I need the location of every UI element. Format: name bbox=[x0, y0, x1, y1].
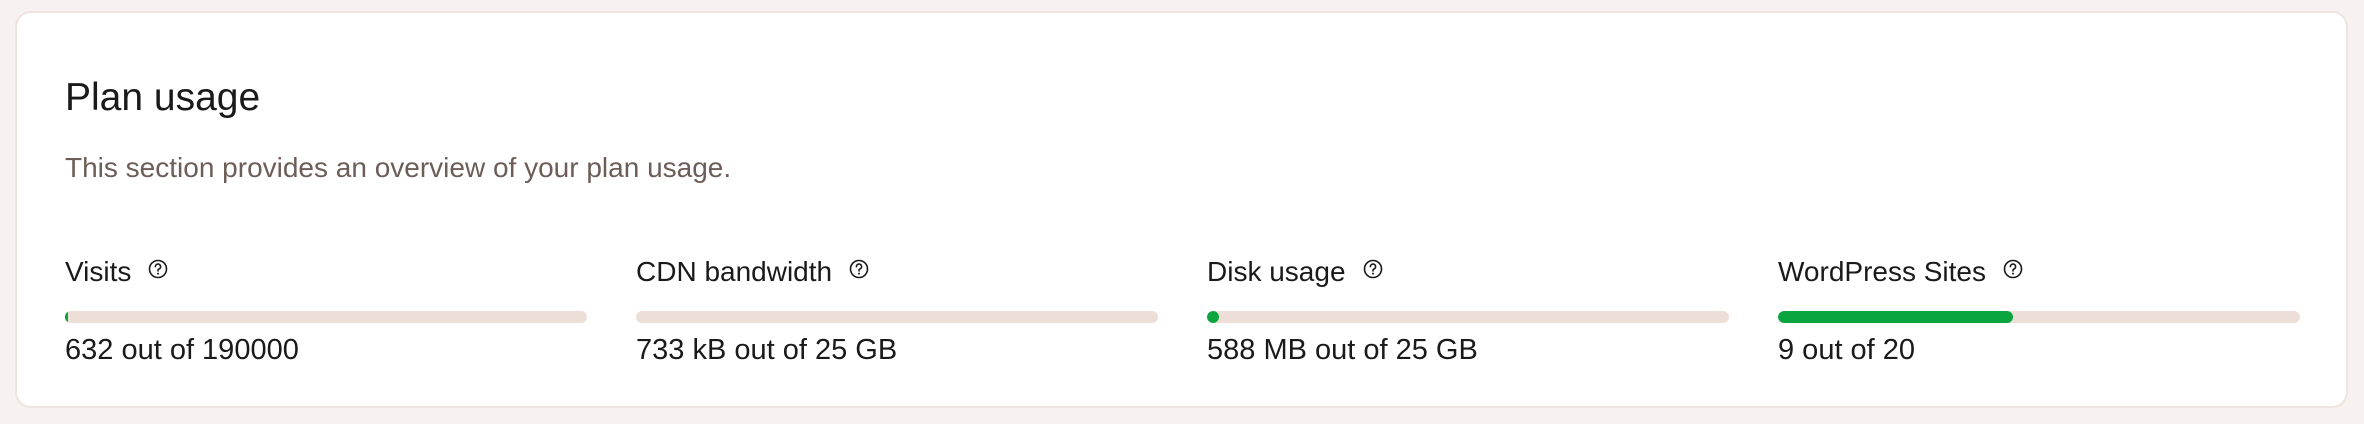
usage-metrics: Visits 632 out of 190000 CDN bandwidth 7… bbox=[65, 253, 2300, 366]
progress-fill bbox=[1778, 311, 2013, 323]
metric-value: 588 MB out of 25 GB bbox=[1207, 334, 1478, 366]
question-circle-icon[interactable] bbox=[148, 259, 168, 279]
progress-fill bbox=[65, 311, 68, 323]
question-circle-icon[interactable] bbox=[849, 259, 869, 279]
plan-usage-card: Plan usage This section provides an over… bbox=[15, 11, 2348, 408]
metric-label: Disk usage bbox=[1207, 256, 1346, 287]
progress-bar bbox=[1778, 311, 2300, 323]
metric-value: 733 kB out of 25 GB bbox=[636, 334, 898, 366]
section-description: This section provides an overview of you… bbox=[65, 152, 732, 183]
section-title: Plan usage bbox=[65, 76, 261, 119]
metric-label: CDN bandwidth bbox=[636, 256, 833, 287]
question-circle-icon[interactable] bbox=[2003, 259, 2023, 279]
progress-bar bbox=[65, 311, 587, 323]
progress-bar bbox=[1207, 311, 1729, 323]
metric-value: 632 out of 190000 bbox=[65, 334, 299, 366]
metric-cdn-bandwidth: CDN bandwidth 733 kB out of 25 GB bbox=[636, 253, 1158, 366]
metric-wordpress-sites: WordPress Sites 9 out of 20 bbox=[1778, 253, 2300, 366]
question-circle-icon[interactable] bbox=[1363, 259, 1383, 279]
progress-fill bbox=[1207, 311, 1219, 323]
metric-label: Visits bbox=[65, 256, 132, 287]
metric-label: WordPress Sites bbox=[1778, 256, 1986, 287]
metric-disk-usage: Disk usage 588 MB out of 25 GB bbox=[1207, 253, 1729, 366]
metric-value: 9 out of 20 bbox=[1778, 334, 1916, 366]
metric-visits: Visits 632 out of 190000 bbox=[65, 253, 587, 366]
progress-bar bbox=[636, 311, 1158, 323]
